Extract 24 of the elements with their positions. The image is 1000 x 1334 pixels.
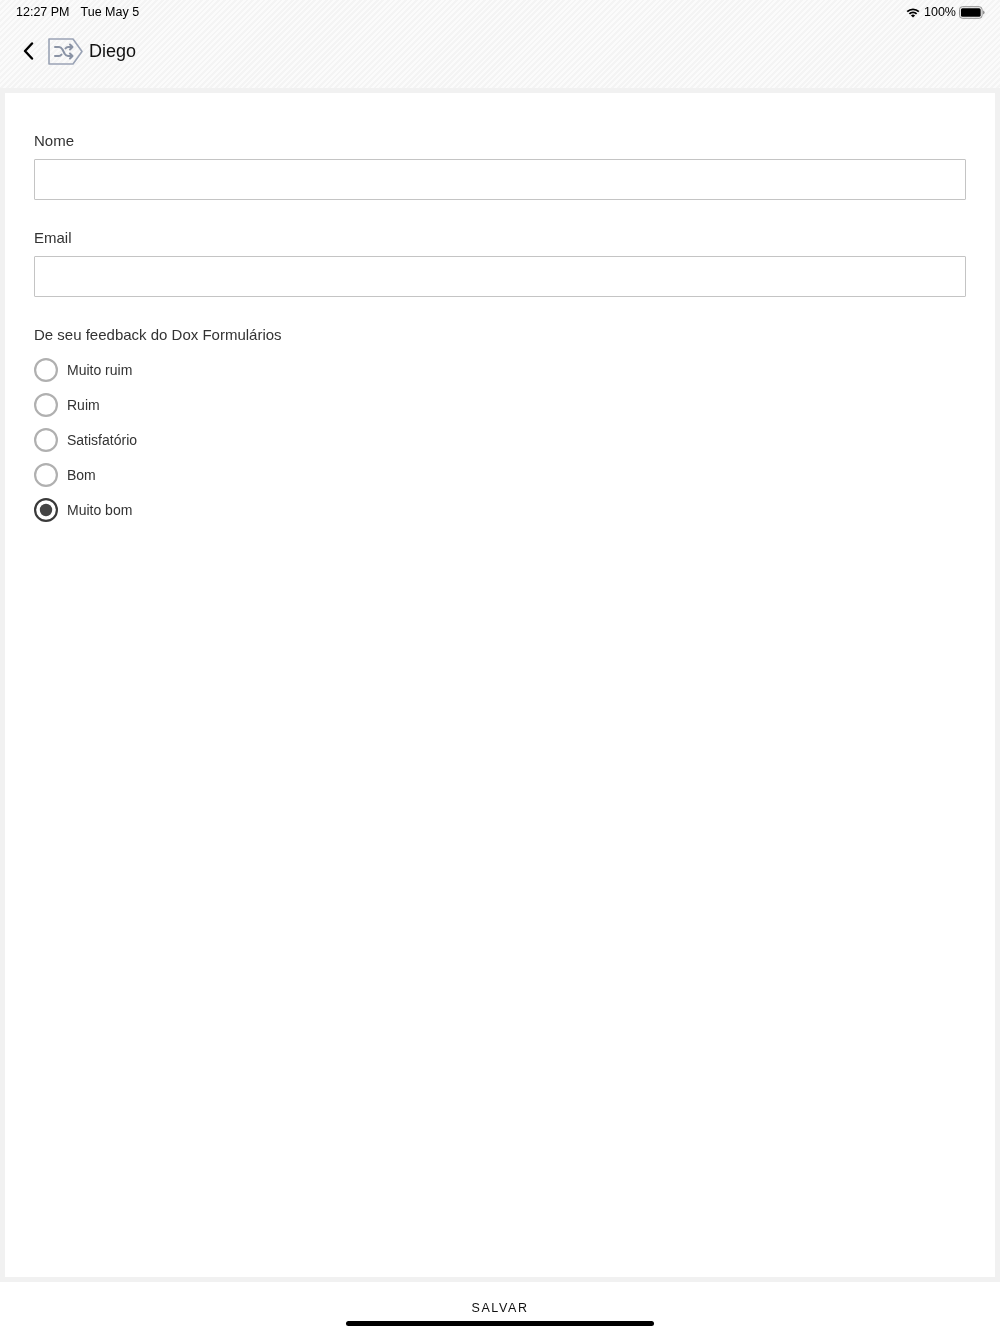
radio-button[interactable] bbox=[34, 427, 58, 452]
wifi-icon bbox=[906, 6, 920, 18]
radio-button[interactable] bbox=[34, 392, 58, 417]
battery-percent: 100% bbox=[924, 5, 956, 19]
back-icon[interactable] bbox=[23, 42, 34, 60]
header-title: Diego bbox=[89, 40, 137, 62]
shuffle-tag-icon bbox=[48, 37, 83, 65]
field-label: Nome bbox=[34, 132, 74, 150]
radio-button[interactable] bbox=[34, 357, 58, 382]
input-field[interactable] bbox=[34, 256, 966, 297]
input-field[interactable] bbox=[34, 159, 966, 200]
question-label: De seu feedback do Dox Formulários bbox=[34, 326, 282, 344]
option-label[interactable]: Muito bom bbox=[67, 501, 133, 518]
option-label[interactable]: Muito ruim bbox=[67, 361, 133, 378]
field-label: Email bbox=[34, 229, 72, 247]
save-button[interactable]: SALVAR bbox=[471, 1300, 529, 1316]
status-date: Tue May 5 bbox=[80, 5, 140, 19]
option-label[interactable]: Satisfatório bbox=[67, 431, 138, 448]
radio-button[interactable] bbox=[34, 497, 58, 522]
status-time: 12:27 PM bbox=[16, 5, 70, 19]
option-label[interactable]: Ruim bbox=[67, 396, 100, 413]
battery-icon bbox=[959, 5, 985, 19]
radio-button[interactable] bbox=[34, 462, 58, 487]
option-label[interactable]: Bom bbox=[67, 466, 96, 483]
